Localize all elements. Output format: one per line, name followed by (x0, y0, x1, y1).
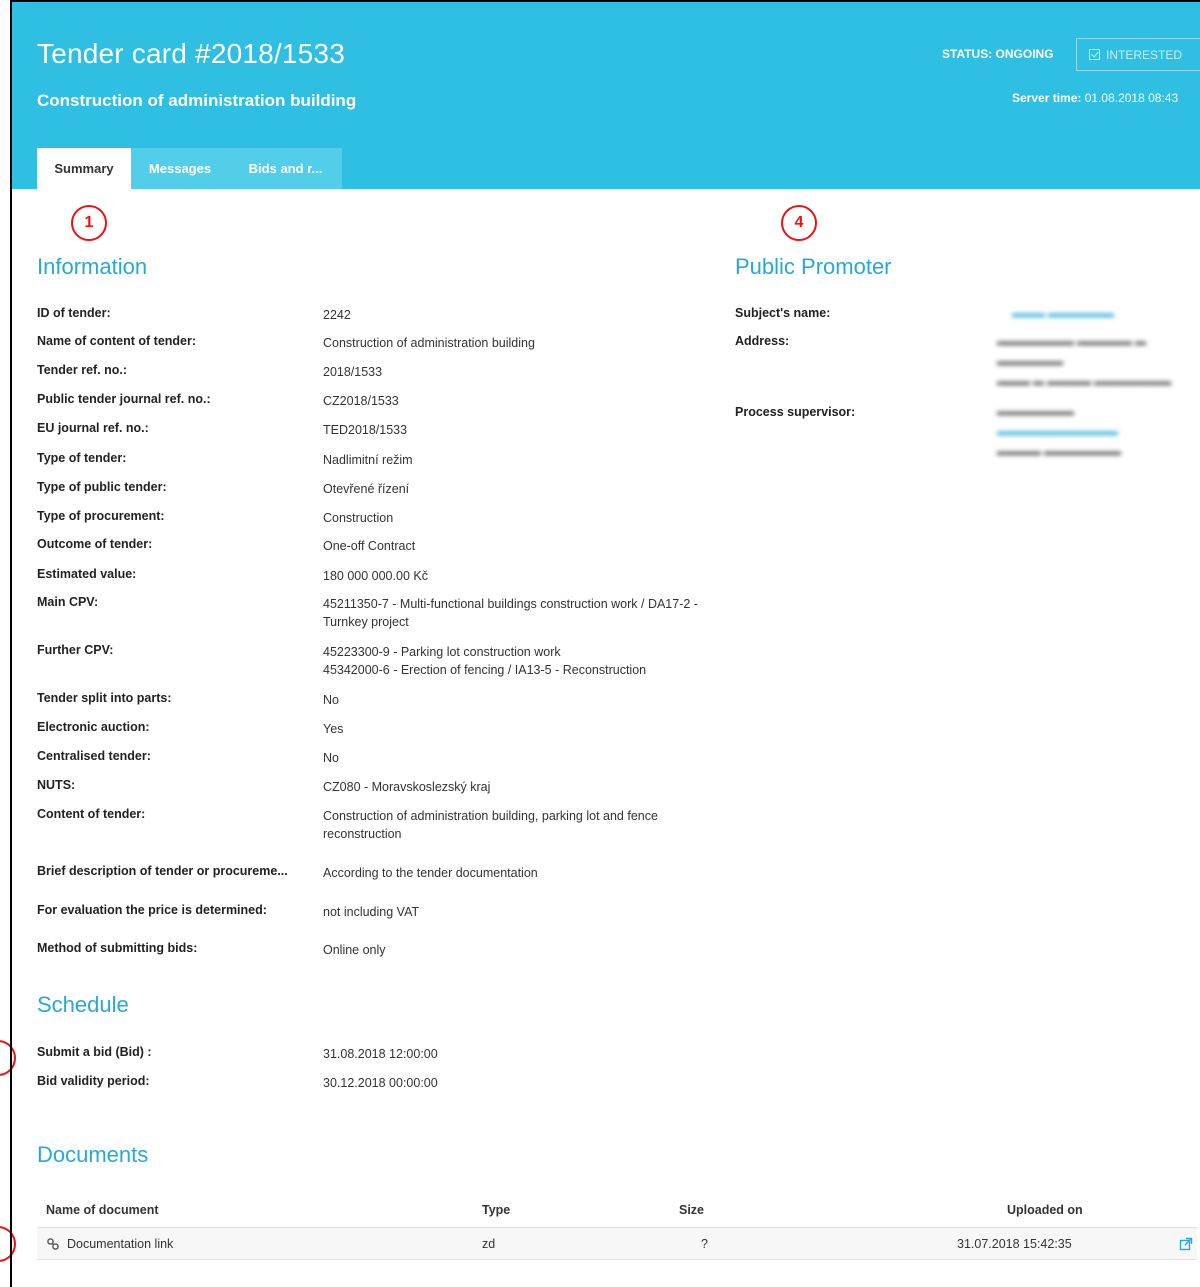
info-label: Estimated value: (37, 567, 137, 581)
column-header-uploaded: Uploaded on (1007, 1202, 1083, 1217)
status-badge: STATUS: ONGOING (942, 47, 1054, 61)
info-label: ID of tender: (37, 306, 111, 320)
info-value: According to the tender documentation (323, 866, 538, 880)
info-value: Construction of administration building (323, 336, 535, 350)
interested-button[interactable]: INTERESTED (1076, 38, 1200, 71)
document-name[interactable]: Documentation link (67, 1237, 173, 1251)
document-size: ? (701, 1236, 708, 1251)
column-header-size: Size (679, 1202, 705, 1217)
page-subtitle: Construction of administration building (37, 91, 357, 110)
process-supervisor-label: Process supervisor: (735, 405, 856, 419)
external-link-icon[interactable] (1179, 1237, 1193, 1251)
annotation-marker-1: 1 (71, 205, 107, 241)
info-value: 45211350-7 - Multi-functional buildings … (323, 597, 698, 629)
schedule-label: Bid validity period: (37, 1074, 150, 1088)
info-label: For evaluation the price is determined: (37, 903, 267, 917)
info-value: TED2018/1533 (323, 423, 408, 437)
server-time: Server time: 01.08.2018 08:43 (1012, 91, 1178, 105)
info-value: CZ080 - Moravskoslezský kraj (323, 780, 491, 794)
info-label: Further CPV: (37, 643, 114, 657)
link-icon (47, 1237, 59, 1250)
document-uploaded: 31.07.2018 15:42:35 (957, 1236, 1072, 1251)
info-value: 2242 (323, 308, 351, 322)
annotation-marker-4: 4 (781, 205, 817, 241)
info-label: Public tender journal ref. no.: (37, 392, 211, 406)
promoter-title: Public Promoter (735, 254, 892, 279)
tab-summary[interactable]: Summary (37, 148, 131, 189)
document-type: zd (482, 1236, 496, 1251)
info-value: 2018/1533 (323, 365, 383, 379)
info-label: Name of content of tender: (37, 334, 197, 348)
subject-name-redacted[interactable]: ▬▬▬ ▬▬▬▬▬▬ (1012, 304, 1114, 324)
info-value: One-off Contract (323, 539, 416, 553)
address-redacted: ▬▬▬▬▬▬▬ ▬▬▬▬▬ ▬ ▬▬▬▬▬▬ ▬▬▬ ▬ ▬▬▬▬ ▬▬▬▬▬▬▬ (997, 336, 1172, 388)
documents-title: Documents (37, 1142, 149, 1167)
info-label: Method of submitting bids: (37, 941, 198, 955)
info-label: Type of procurement: (37, 509, 165, 523)
page-title: Tender card #2018/1533 (37, 38, 345, 69)
tab-bids[interactable]: Bids and r... (229, 148, 342, 189)
server-time-label: Server time: (1012, 91, 1082, 105)
info-label: Centralised tender: (37, 749, 151, 763)
info-label: Tender split into parts: (37, 691, 172, 705)
tab-bar: Summary Messages Bids and r... (37, 148, 342, 189)
documents-header-row: Name of document Type Size Uploaded on (37, 1192, 1197, 1228)
info-value: not including VAT (323, 905, 420, 919)
column-header-type: Type (482, 1202, 511, 1217)
info-value: No (323, 751, 339, 765)
info-label: Brief description of tender or procureme… (37, 864, 288, 878)
schedule-label: Submit a bid (Bid) : (37, 1045, 152, 1059)
info-label: Electronic auction: (37, 720, 150, 734)
info-value: 180 000 000.00 Kč (323, 569, 428, 583)
supervisor-redacted: ▬▬▬▬▬▬▬ ▬▬▬▬▬▬▬▬▬▬▬ ▬▬▬▬ ▬▬▬▬▬▬▬ (997, 406, 1122, 458)
info-label: Type of tender: (37, 451, 127, 465)
subject-name-label: Subject's name: (735, 306, 831, 320)
info-value: Online only (323, 943, 386, 957)
column-header-name: Name of document (46, 1202, 159, 1217)
tab-messages[interactable]: Messages (131, 148, 229, 189)
info-value: Yes (323, 722, 344, 736)
info-value: Nadlimitní režim (323, 453, 413, 467)
info-value-line: 45223300-9 - Parking lot construction wo… (323, 645, 561, 659)
schedule-value: 30.12.2018 00:00:00 (323, 1076, 438, 1090)
schedule-title: Schedule (37, 992, 129, 1017)
header: Tender card #2018/1533 Construction of a… (12, 2, 1200, 189)
documents-table: Name of document Type Size Uploaded on D… (37, 1192, 1197, 1260)
info-label: NUTS: (37, 778, 76, 792)
info-value: Construction of administration building,… (323, 809, 658, 841)
info-label: Content of tender: (37, 807, 146, 821)
info-value: Otevřené řízení (323, 482, 410, 496)
info-label: Type of public tender: (37, 480, 167, 494)
info-value: CZ2018/1533 (323, 394, 399, 408)
server-time-value: 01.08.2018 08:43 (1084, 91, 1179, 105)
info-value: Construction (323, 511, 394, 525)
info-label: Outcome of tender: (37, 537, 153, 551)
information-title: Information (37, 254, 148, 279)
info-label: Tender ref. no.: (37, 363, 128, 377)
checkbox-icon (1089, 49, 1100, 60)
schedule-value: 31.08.2018 12:00:00 (323, 1047, 438, 1061)
interested-label: INTERESTED (1106, 47, 1183, 62)
info-label: EU journal ref. no.: (37, 421, 149, 435)
tender-card: Tender card #2018/1533 Construction of a… (10, 0, 1200, 1287)
info-value: 45223300-9 - Parking lot construction wo… (323, 643, 713, 679)
table-row[interactable]: Documentation link zd ? 31.07.2018 15:42… (37, 1228, 1197, 1260)
info-value: No (323, 693, 339, 707)
address-label: Address: (735, 334, 790, 348)
info-value-line: 45342000-6 - Erection of fencing / IA13-… (323, 663, 647, 677)
info-label: Main CPV: (37, 595, 99, 609)
